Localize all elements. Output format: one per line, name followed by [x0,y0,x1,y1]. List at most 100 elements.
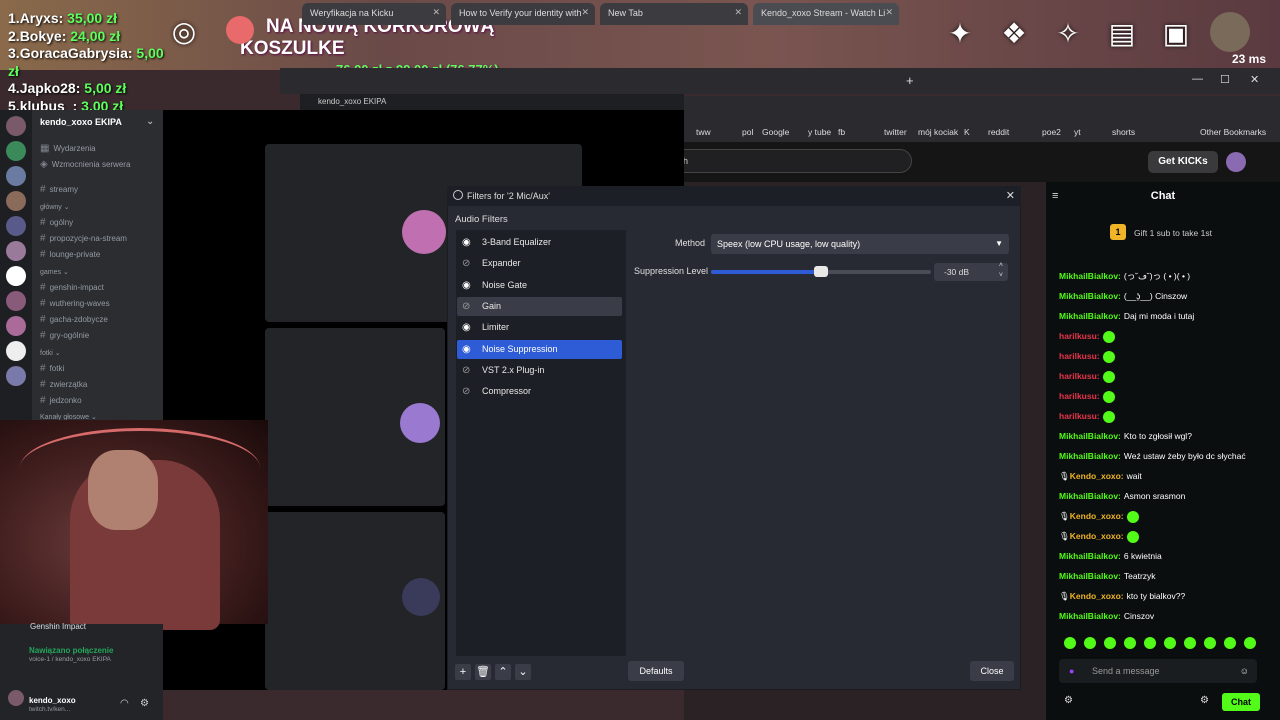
suppression-spinbox[interactable]: -30 dB ˄ ˅ [934,261,1008,281]
method-select[interactable]: Speex (low CPU usage, low quality) ▼ [711,234,1009,254]
chat-username[interactable]: harilkusu: [1059,391,1100,401]
chevron-down-icon[interactable]: ⌄ [146,116,154,127]
slider-handle[interactable] [814,266,828,277]
server-icon[interactable] [6,316,26,336]
server-icon[interactable] [6,166,26,186]
emote-icon[interactable] [1144,637,1156,649]
chat-username[interactable]: Kendo_xoxo: [1070,471,1124,481]
chat-username[interactable]: Kendo_xoxo: [1070,591,1124,601]
channel-item[interactable]: # ogólny [40,217,73,228]
collapse-chat-icon[interactable]: ≡ [1052,190,1058,202]
gear-icon[interactable]: ⚙ [1200,695,1209,706]
server-icon[interactable] [6,266,26,286]
defaults-button[interactable]: Defaults [628,661,684,681]
emote-icon[interactable] [1224,637,1236,649]
gear-icon[interactable]: ⚙ [140,698,149,709]
emote-icon[interactable] [1164,637,1176,649]
eye-hidden-icon[interactable]: ⊘ [462,258,473,269]
chat-username[interactable]: MikhailBialkov: [1059,431,1121,441]
bookmark-item[interactable]: fb [838,127,845,137]
add-filter-button[interactable]: + [455,664,471,680]
server-name[interactable]: kendo_xoxo EKIPA [40,117,122,127]
channel-item[interactable]: # fotki [40,363,64,374]
bookmark-item[interactable]: shorts [1112,127,1135,137]
move-up-button[interactable]: ⌃ [495,664,511,680]
chat-username[interactable]: MikhailBialkov: [1059,451,1121,461]
channel-item[interactable]: # wuthering-waves [40,298,110,309]
minimize-icon[interactable]: — [1192,73,1203,85]
emote-icon[interactable] [1084,637,1096,649]
bookmark-item[interactable]: y tube [808,127,831,137]
eye-hidden-icon[interactable]: ⊘ [462,365,473,376]
emote-icon[interactable] [1184,637,1196,649]
chat-username[interactable]: harilkusu: [1059,371,1100,381]
eye-icon[interactable]: ◉ [462,237,473,248]
move-down-button[interactable]: ⌄ [515,664,531,680]
filter-item[interactable]: ◉ Noise Suppression [457,339,622,359]
channel-item[interactable]: # jedzonko [40,395,82,406]
chat-username[interactable]: MikhailBialkov: [1059,611,1121,621]
browser-tab[interactable]: Weryfikacja na Kicku ✕ [302,3,446,25]
browser-tab[interactable]: New Tab ✕ [600,3,748,25]
chat-username[interactable]: MikhailBialkov: [1059,551,1121,561]
chat-username[interactable]: MikhailBialkov: [1059,291,1121,301]
remove-filter-button[interactable]: 🗑 [475,664,491,680]
eye-hidden-icon[interactable]: ⊘ [462,386,473,397]
chat-username[interactable]: harilkusu: [1059,351,1100,361]
close-button[interactable]: Close [970,661,1014,681]
filter-item[interactable]: ⊘ Gain [457,296,622,316]
emote-icon[interactable] [1124,637,1136,649]
close-icon[interactable]: ✕ [581,7,589,18]
channel-item[interactable]: ◈ Wzmocnienia serwera [40,159,130,170]
server-icon[interactable] [6,341,26,361]
chat-username[interactable]: Kendo_xoxo: [1070,531,1124,541]
chat-username[interactable]: harilkusu: [1059,331,1100,341]
settings-icon[interactable]: ⚙ [1064,695,1073,706]
channel-category[interactable]: główny ⌄ [40,203,70,211]
bookmark-item[interactable]: yt [1074,127,1081,137]
get-kicks-button[interactable]: Get KICKs [1148,151,1218,173]
eye-icon[interactable]: ◉ [462,322,473,333]
send-chat-button[interactable]: Chat [1222,693,1260,711]
emoji-icon[interactable]: ☺ [1240,659,1249,683]
gift-sub-banner[interactable]: 1 Gift 1 sub to take 1st [1060,222,1270,244]
spin-arrows-icon[interactable]: ˄ ˅ [999,261,1003,281]
emote-bar[interactable] [1060,636,1258,652]
chat-username[interactable]: MikhailBialkov: [1059,571,1121,581]
filter-item[interactable]: ◉ Limiter [457,318,622,337]
server-icon[interactable] [6,241,26,261]
bookmark-item[interactable]: tww [696,127,711,137]
chat-username[interactable]: Kendo_xoxo: [1070,511,1124,521]
eye-icon[interactable]: ◉ [462,344,473,355]
server-icon[interactable] [6,116,26,136]
close-window-icon[interactable]: ✕ [1250,73,1259,86]
close-icon[interactable]: ✕ [885,7,893,18]
bookmark-item[interactable]: pol [742,127,753,137]
channel-item[interactable]: # streamy [40,184,78,195]
chat-username[interactable]: MikhailBialkov: [1059,271,1121,281]
channel-item[interactable]: # lounge-private [40,249,100,260]
bookmark-item[interactable]: Other Bookmarks [1200,127,1266,137]
emote-icon[interactable] [1064,637,1076,649]
emote-icon[interactable] [1104,637,1116,649]
user-avatar[interactable] [8,690,24,706]
chat-input[interactable]: ● Send a message ☺ [1059,659,1257,683]
channel-item[interactable]: # gry-ogólnie [40,330,89,341]
eye-hidden-icon[interactable]: ⊘ [462,301,473,312]
channel-item[interactable]: # genshin-impact [40,282,104,293]
channel-item[interactable]: # zwierzątka [40,379,87,390]
filter-item[interactable]: ⊘ Compressor [457,382,622,401]
chat-username[interactable]: MikhailBialkov: [1059,491,1121,501]
maximize-icon[interactable]: ☐ [1220,73,1230,86]
server-icon[interactable] [6,366,26,386]
search-input[interactable]: h [660,149,912,173]
close-icon[interactable]: ✕ [734,7,742,18]
eye-icon[interactable]: ◉ [462,280,473,291]
filter-item[interactable]: ◉ Noise Gate [457,276,622,295]
server-icon[interactable] [6,191,26,211]
bookmark-item[interactable]: reddit [988,127,1009,137]
close-icon[interactable]: ✕ [1006,189,1015,202]
bookmark-item[interactable]: K [964,127,970,137]
channel-category[interactable]: fotki ⌄ [40,349,61,357]
profile-avatar[interactable] [1226,152,1246,172]
